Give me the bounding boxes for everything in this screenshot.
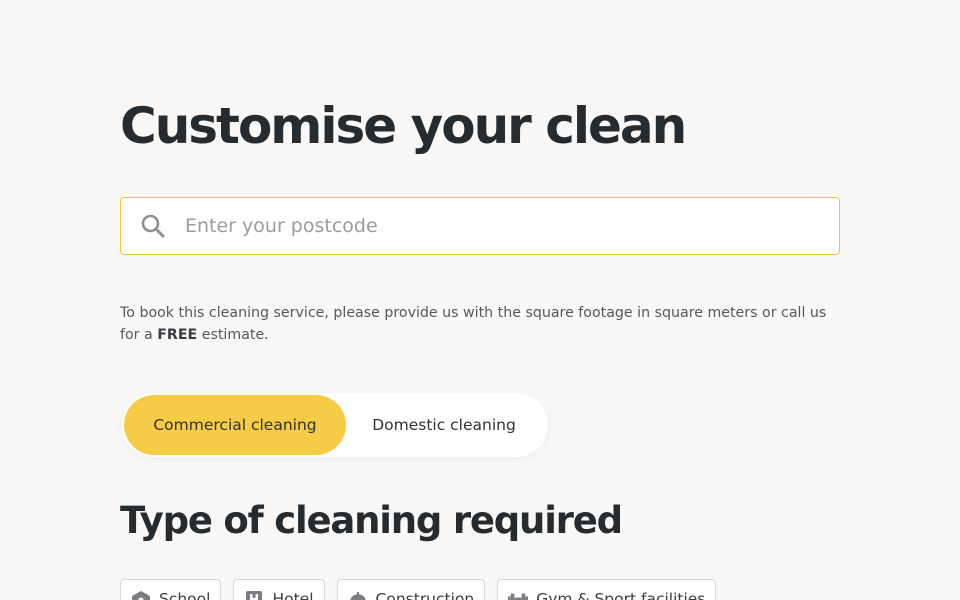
section-title: Type of cleaning required [120,499,623,542]
search-icon [121,198,185,254]
construction-icon [348,590,368,600]
booking-description: To book this cleaning service, please pr… [120,302,850,346]
domestic-cleaning-tab[interactable]: Domestic cleaning [346,395,542,455]
hotel-icon [244,590,264,600]
cleaning-type-chips: School Hotel Construction Gym & Sport fa… [120,579,717,600]
chip-label: Hotel [272,590,314,600]
chip-construction[interactable]: Construction [336,579,486,600]
description-text-after: estimate. [197,327,269,343]
chip-label: Gym & Sport facilities [536,590,706,600]
commercial-cleaning-tab[interactable]: Commercial cleaning [124,395,346,455]
page: Customise your clean To book this cleani… [0,0,960,600]
chip-label: School [159,590,211,600]
description-free-text: FREE [157,327,198,343]
chip-school[interactable]: School [120,579,222,600]
postcode-input[interactable] [185,198,839,254]
school-icon [131,590,151,600]
service-type-toggle: Commercial cleaning Domestic cleaning [122,393,548,457]
chip-gym-sport[interactable]: Gym & Sport facilities [497,579,717,600]
chip-hotel[interactable]: Hotel [233,579,325,600]
page-title: Customise your clean [120,97,687,155]
chip-label: Construction [375,590,475,600]
dumbbell-icon [508,590,529,600]
postcode-search-box[interactable] [120,197,840,255]
